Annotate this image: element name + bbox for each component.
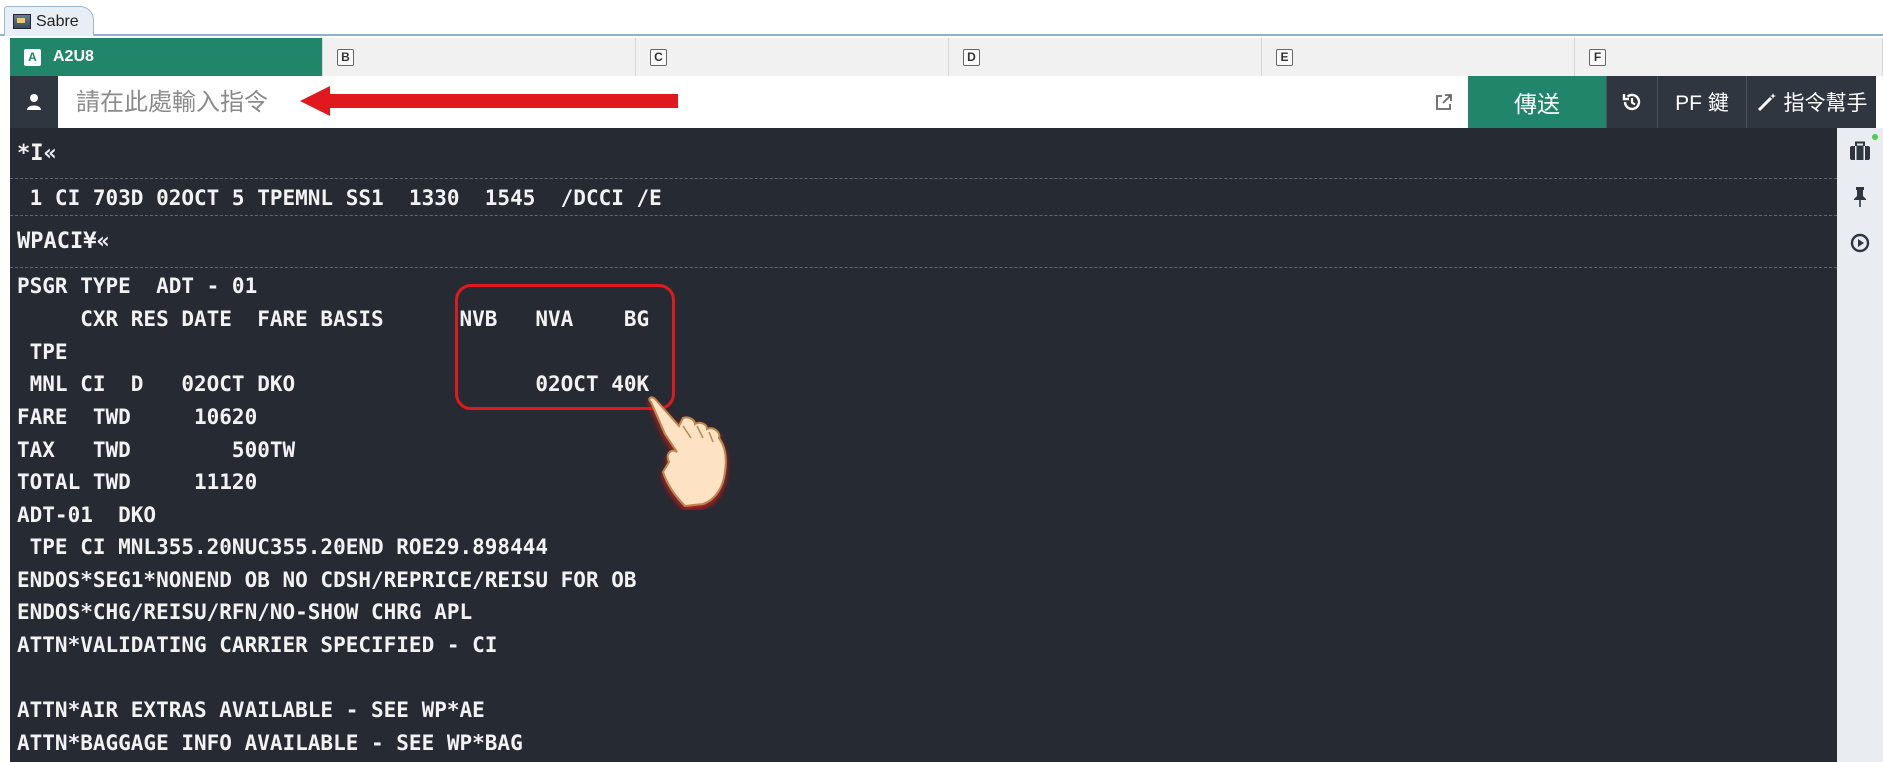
output-line: TPE CI MNL355.20NUC355.20END ROE29.89844… [17,535,549,559]
session-key: A [24,48,41,66]
external-link-icon [1436,94,1452,110]
separator [10,178,1837,179]
terminal-output[interactable]: *I« 1 CI 703D 02OCT 5 TPEMNL SS1 1330 15… [10,128,1837,762]
session-key: C [650,48,667,66]
status-dot [1872,134,1878,140]
sidebar-briefcase-button[interactable] [1837,128,1883,174]
briefcase-icon [1850,141,1870,160]
send-button[interactable]: 傳送 [1468,76,1606,128]
session-key: F [1589,48,1606,66]
user-icon [27,94,41,110]
output-line: ATTN*BAGGAGE INFO AVAILABLE - SEE WP*BAG [17,731,523,755]
session-tab-d[interactable]: D [949,38,1262,76]
history-icon [1622,93,1641,111]
output-line: TPE [17,340,68,364]
pin-icon [1854,187,1866,207]
output-line: ENDOS*CHG/REISU/RFN/NO-SHOW CHRG APL [17,600,473,624]
popout-button[interactable] [1420,76,1468,128]
command-echo: *I« [17,141,57,166]
sidebar-play-button[interactable] [1837,220,1883,266]
output-line: TOTAL TWD 11120 [17,470,258,494]
itinerary-line: 1 CI 703D 02OCT 5 TPEMNL SS1 1330 1545 /… [17,186,662,210]
user-button[interactable] [10,76,58,128]
play-circle-icon [1850,233,1870,253]
pf-keys-button[interactable]: PF 鍵 [1657,76,1746,128]
session-key: B [337,48,354,66]
window-title: Sabre [36,12,79,30]
separator [10,215,1837,216]
output-line: ATTN*VALIDATING CARRIER SPECIFIED - CI [17,633,498,657]
session-tab-f[interactable]: F [1575,38,1883,76]
session-tab-c[interactable]: C [636,38,949,76]
output-line: FARE TWD 10620 [17,405,258,429]
output-line: CXR RES DATE FARE BASIS NVB NVA BG [17,307,650,331]
helper-label: 指令幫手 [1783,92,1868,115]
right-sidebar [1837,128,1883,762]
session-label: A2U8 [53,48,94,65]
output-line: ENDOS*SEG1*NONEND OB NO CDSH/REPRICE/REI… [17,568,637,592]
session-tab-e[interactable]: E [1262,38,1575,76]
session-key: D [963,48,980,66]
command-echo: WPACI¥« [17,229,110,254]
sabre-app-icon [13,14,31,29]
window-tab[interactable]: Sabre [4,6,94,36]
session-tabs: A A2U8 B C D E F [10,38,1883,76]
session-tab-a[interactable]: A A2U8 [10,38,323,76]
command-input[interactable] [58,76,1420,128]
output-line: ADT-01 DKO [17,503,157,527]
magic-wand-icon [1757,93,1776,112]
output-line: PSGR TYPE ADT - 01 [17,274,258,298]
sidebar-pin-button[interactable] [1837,174,1883,220]
session-key: E [1276,48,1293,66]
separator [10,267,1837,268]
command-helper-button[interactable]: 指令幫手 [1746,76,1876,128]
output-line: ATTN*AIR EXTRAS AVAILABLE - SEE WP*AE [17,698,485,722]
session-tab-b[interactable]: B [323,38,636,76]
output-line: TAX TWD 500TW [17,438,296,462]
title-bar: Sabre [0,0,1883,36]
command-bar: 傳送 PF 鍵 指令幫手 [10,76,1883,128]
output-line: MNL CI D 02OCT DKO 02OCT 40K [17,372,650,396]
history-button[interactable] [1606,76,1657,128]
